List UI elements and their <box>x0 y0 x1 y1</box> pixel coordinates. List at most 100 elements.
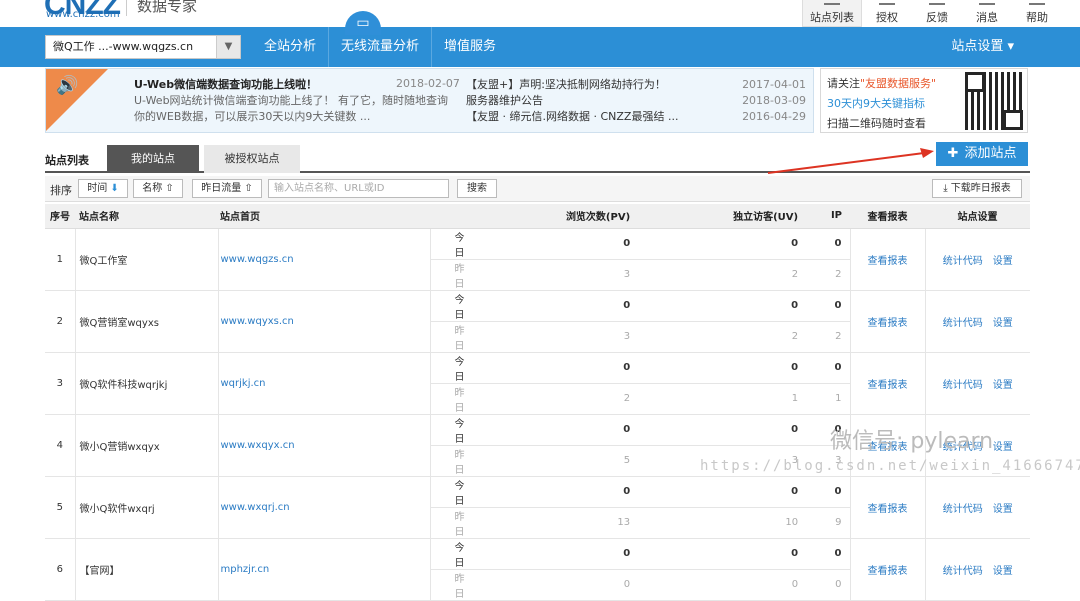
ip-today: 0 <box>806 228 850 260</box>
view-report-link[interactable]: 查看报表 <box>849 476 925 539</box>
site-url-link[interactable]: www.wqgzs.cn <box>217 228 430 291</box>
add-site-button[interactable]: ✚ 添加站点 <box>936 142 1028 166</box>
site-url-link[interactable]: wqrjkj.cn <box>217 352 430 415</box>
row-index: 1 <box>45 228 75 291</box>
pv-today: 0 <box>472 228 639 260</box>
uv-yesterday: 0 <box>638 569 807 601</box>
qr-line3: 扫描二维码随时查看 <box>827 117 926 130</box>
yesterday-label: 昨日 <box>429 259 472 291</box>
ip-today: 0 <box>806 290 850 322</box>
qr-line2[interactable]: 30天内9大关键指标 <box>827 95 925 111</box>
search-input[interactable]: 输入站点名称、URL或ID <box>268 179 449 198</box>
toolbar: 排序 时间 ⬇ 名称 ⇧ 昨日流量 ⇧ 输入站点名称、URL或ID 搜索 ⤓ 下… <box>45 176 1030 202</box>
top-nav-help[interactable]: 帮助 <box>1012 0 1062 27</box>
site-settings-cell: 统计代码 设置 <box>924 290 1030 353</box>
tab-my-sites[interactable]: 我的站点 <box>107 145 199 173</box>
pv-yesterday: 3 <box>472 321 639 353</box>
ip-yesterday: 2 <box>806 259 850 291</box>
site-settings-menu[interactable]: 站点设置 ▾ <box>951 27 1014 67</box>
top-nav-site-list[interactable]: 站点列表 <box>802 0 862 27</box>
site-name: 微小Q软件wxqrj <box>74 476 218 539</box>
site-table: 序号 站点名称 站点首页 浏览次数(PV) 独立访客(UV) IP 查看报表 站… <box>45 204 1030 601</box>
today-label: 今日 <box>429 538 472 570</box>
settings-link[interactable]: 设置 <box>993 566 1013 577</box>
row-index: 5 <box>45 476 75 539</box>
top-nav-messages[interactable]: 消息 <box>962 0 1012 27</box>
sort-name-button[interactable]: 名称 ⇧ <box>133 179 183 198</box>
site-url-link[interactable]: www.wqyxs.cn <box>217 290 430 353</box>
bell-icon <box>979 0 995 5</box>
settings-link[interactable]: 设置 <box>993 380 1013 391</box>
stats-code-link[interactable]: 统计代码 <box>943 318 983 329</box>
table-row: 2 微Q营销室wqyxs www.wqyxs.cn 今日 0 0 0 查看报表 统计代码 设置 <box>45 290 1030 353</box>
qr-code-image <box>965 72 1023 130</box>
download-report-button[interactable]: ⤓ 下载昨日报表 <box>932 179 1022 198</box>
main-nav: 微Q工作 ...-www.wqgzs.cn ▼ 全站分析 无线流量分析 增值服务… <box>0 27 1080 67</box>
today-label: 今日 <box>429 228 472 260</box>
uv-today: 0 <box>638 414 807 446</box>
uv-yesterday: 2 <box>638 259 807 291</box>
uv-today: 0 <box>638 352 807 384</box>
yesterday-label: 昨日 <box>429 445 472 477</box>
ip-today: 0 <box>806 538 850 570</box>
today-label: 今日 <box>429 352 472 384</box>
site-settings-cell: 统计代码 设置 <box>924 352 1030 415</box>
pv-today: 0 <box>472 538 639 570</box>
arrow-annotation <box>767 148 934 174</box>
view-report-link[interactable]: 查看报表 <box>849 538 925 601</box>
tab-authorized-sites[interactable]: 被授权站点 <box>204 145 300 173</box>
row-index: 4 <box>45 414 75 477</box>
top-bar: CNZZ www.cnzz.com 数据专家 站点列表 授权 反馈 消息 帮助 <box>0 0 1080 27</box>
site-select[interactable]: 微Q工作 ...-www.wqgzs.cn ▼ <box>45 35 241 59</box>
key-icon <box>879 0 895 5</box>
stats-code-link[interactable]: 统计代码 <box>943 504 983 515</box>
top-nav-feedback[interactable]: 反馈 <box>912 0 962 27</box>
sort-yesterday-button[interactable]: 昨日流量 ⇧ <box>192 179 262 198</box>
list-icon <box>824 0 840 5</box>
today-label: 今日 <box>429 290 472 322</box>
settings-link[interactable]: 设置 <box>993 256 1013 267</box>
table-row: 5 微小Q软件wxqrj www.wxqrj.cn 今日 0 0 0 查看报表 统计代码 设置 <box>45 476 1030 539</box>
view-report-link[interactable]: 查看报表 <box>849 290 925 353</box>
stats-code-link[interactable]: 统计代码 <box>943 256 983 267</box>
site-name: 微Q营销室wqyxs <box>74 290 218 353</box>
ip-today: 0 <box>806 352 850 384</box>
menu-value-added[interactable]: 增值服务 <box>432 27 508 67</box>
today-label: 今日 <box>429 476 472 508</box>
stats-code-link[interactable]: 统计代码 <box>943 566 983 577</box>
site-url-link[interactable]: www.wxqyx.cn <box>217 414 430 477</box>
uv-yesterday: 2 <box>638 321 807 353</box>
notice-item[interactable]: 【友盟+】声明:坚决抵制网络劫持行为！ 2017-04-01 <box>466 77 806 93</box>
settings-link[interactable]: 设置 <box>993 504 1013 515</box>
sort-icon: ⇧ <box>165 183 174 194</box>
uv-today: 0 <box>638 228 807 260</box>
search-button[interactable]: 搜索 <box>457 179 497 198</box>
view-report-link[interactable]: 查看报表 <box>849 228 925 291</box>
qr-line1: 请关注"友盟数据服务" <box>827 77 937 90</box>
notice-item[interactable]: 服务器维护公告 2018-03-09 <box>466 93 806 109</box>
top-nav-authorize[interactable]: 授权 <box>862 0 912 27</box>
settings-link[interactable]: 设置 <box>993 442 1013 453</box>
settings-link[interactable]: 设置 <box>993 318 1013 329</box>
product-name: 数据专家 <box>137 0 198 15</box>
site-list-title: 站点列表 <box>45 154 89 167</box>
chevron-down-icon[interactable]: ▼ <box>216 36 240 58</box>
row-index: 6 <box>45 538 75 601</box>
ip-yesterday: 2 <box>806 321 850 353</box>
download-icon: ⤓ <box>943 183 948 194</box>
notice-list: 【友盟+】声明:坚决抵制网络劫持行为！ 2017-04-01 服务器维护公告 201… <box>466 77 806 125</box>
site-url-link[interactable]: mphzjr.cn <box>217 538 430 601</box>
site-url-link[interactable]: www.wxqrj.cn <box>217 476 430 539</box>
watermark: 微信号: pylearn <box>830 429 994 454</box>
pv-yesterday: 3 <box>472 259 639 291</box>
plus-icon: ✚ <box>947 146 959 161</box>
menu-full-site-analysis[interactable]: 全站分析 <box>252 27 330 67</box>
sort-time-button[interactable]: 时间 ⬇ <box>78 179 128 198</box>
notice-item[interactable]: 【友盟 · 缔元信.网络数据 · CNZZ最强结 ... 2016-04-29 <box>466 109 806 125</box>
sort-label: 排序 <box>50 184 72 197</box>
view-report-link[interactable]: 查看报表 <box>849 352 925 415</box>
pv-today: 0 <box>472 414 639 446</box>
top-nav: 站点列表 授权 反馈 消息 帮助 <box>802 0 1062 27</box>
pv-yesterday: 13 <box>472 507 639 539</box>
stats-code-link[interactable]: 统计代码 <box>943 380 983 391</box>
